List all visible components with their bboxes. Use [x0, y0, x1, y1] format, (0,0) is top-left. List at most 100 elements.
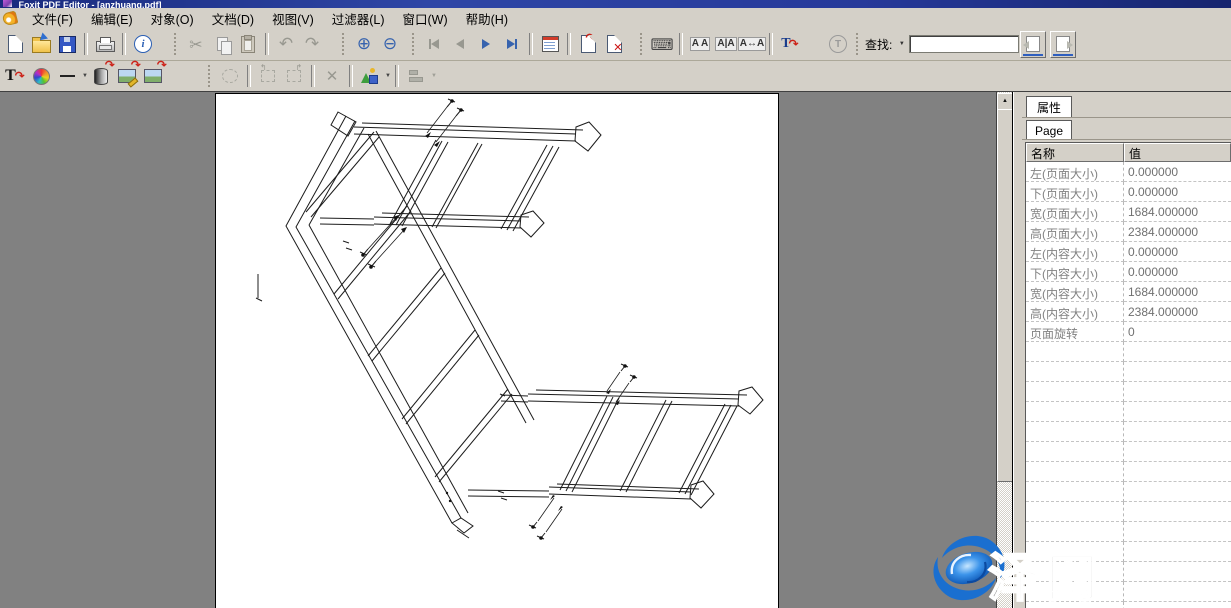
arrow-up-icon: ▲	[1002, 98, 1008, 104]
chevron-down-icon[interactable]: ▼	[431, 73, 437, 79]
property-row[interactable]: 宽(内容大小)1684.000000	[1026, 282, 1231, 302]
add-text-button[interactable]: T↷	[2, 63, 28, 89]
document-workspace: ▲ 属性 Page 名称 值 左(页面大小)0.000000 下(页面大小)0.…	[0, 91, 1231, 608]
add-color-button[interactable]	[28, 63, 54, 89]
column-header-value[interactable]: 值	[1124, 143, 1231, 162]
toolbar-gripper[interactable]	[640, 33, 645, 55]
new-button[interactable]	[2, 31, 28, 57]
property-row[interactable]: 左(内容大小)0.000000	[1026, 242, 1231, 262]
find-next-button[interactable]	[1050, 31, 1076, 58]
zoom-out-button[interactable]: ⊖	[377, 31, 403, 57]
property-row[interactable]: 页面旋转0	[1026, 322, 1231, 342]
last-page-icon	[507, 39, 515, 49]
properties-panel: 属性 Page 名称 值 左(页面大小)0.000000 下(页面大小)0.00…	[1022, 92, 1231, 608]
char-spacing-button[interactable]: A|A	[713, 31, 739, 57]
table-empty-row	[1026, 402, 1231, 422]
property-row[interactable]: 宽(页面大小)1684.000000	[1026, 202, 1231, 222]
add-shading-button[interactable]: ↷	[88, 63, 114, 89]
tab-strip-line	[1022, 139, 1231, 140]
pdf-page[interactable]	[215, 93, 779, 608]
rotate-page-button[interactable]: ↷	[575, 31, 601, 57]
rotate-right-button[interactable]: ↱	[281, 63, 307, 89]
paste-button[interactable]	[235, 31, 261, 57]
scroll-up-button[interactable]: ▲	[997, 93, 1013, 110]
line-style-button[interactable]	[54, 63, 80, 89]
property-row[interactable]: 高(内容大小)2384.000000	[1026, 302, 1231, 322]
open-button[interactable]	[28, 31, 54, 57]
prev-page-button[interactable]	[447, 31, 473, 57]
delete-page-button[interactable]: ✕	[601, 31, 627, 57]
zoom-in-icon: ⊕	[357, 34, 371, 54]
next-page-button[interactable]	[473, 31, 499, 57]
edit-image-button[interactable]: ↷	[114, 63, 140, 89]
toolbar-gripper[interactable]	[174, 33, 179, 55]
char-scale-button[interactable]: A↔A	[739, 31, 765, 57]
insert-text-button[interactable]: T↷	[777, 31, 803, 57]
toolbar-gripper[interactable]	[342, 33, 347, 55]
property-row[interactable]: 左(页面大小)0.000000	[1026, 162, 1231, 182]
menu-bar: 文件(F) 编辑(E) 对象(O) 文档(D) 视图(V) 过滤器(L) 窗口(…	[0, 8, 1231, 29]
toolbar-gripper[interactable]	[412, 33, 417, 55]
line-icon	[60, 75, 75, 77]
lasso-edit-button[interactable]	[217, 63, 243, 89]
color-wheel-icon	[33, 68, 50, 85]
redo-icon: ↷	[305, 34, 319, 54]
keyboard-button[interactable]: ⌨	[649, 31, 675, 57]
property-row[interactable]: 下(内容大小)0.000000	[1026, 262, 1231, 282]
menu-view[interactable]: 视图(V)	[263, 8, 323, 29]
shapes-icon	[361, 68, 379, 84]
application-window: Foxit PDF Editor - [anzhuang.pdf] 文件(F) …	[0, 0, 1231, 608]
open-folder-icon	[32, 40, 51, 53]
property-row[interactable]: 高(页面大小)2384.000000	[1026, 222, 1231, 242]
align-button[interactable]	[403, 63, 429, 89]
last-page-button[interactable]	[499, 31, 525, 57]
chevron-down-icon: ▼	[899, 41, 905, 47]
separator	[395, 65, 399, 87]
property-row[interactable]: 下(页面大小)0.000000	[1026, 182, 1231, 202]
page-layout-button[interactable]	[537, 31, 563, 57]
menu-object[interactable]: 对象(O)	[142, 8, 203, 29]
first-page-button[interactable]	[421, 31, 447, 57]
add-image-button[interactable]: ↷	[140, 63, 166, 89]
menu-help[interactable]: 帮助(H)	[457, 8, 517, 29]
zoom-out-icon: ⊖	[383, 34, 397, 54]
toolbar-gripper[interactable]	[208, 65, 213, 87]
print-button[interactable]	[92, 31, 118, 57]
separator	[84, 33, 88, 55]
cut-button[interactable]: ✂	[183, 31, 209, 57]
text-tool-button[interactable]: T	[825, 31, 851, 57]
copy-button[interactable]	[209, 31, 235, 57]
menu-filter[interactable]: 过滤器(L)	[323, 8, 394, 29]
chevron-down-icon[interactable]: ▼	[385, 73, 391, 79]
toolbar-gripper[interactable]	[856, 33, 861, 55]
find-previous-icon	[1026, 36, 1040, 52]
find-dropdown-button[interactable]: ▼	[894, 35, 909, 54]
find-previous-button[interactable]	[1020, 31, 1046, 58]
menu-window[interactable]: 窗口(W)	[394, 8, 457, 29]
tab-page[interactable]: Page	[1026, 120, 1072, 140]
insert-shape-button[interactable]	[357, 63, 383, 89]
delete-object-button[interactable]: ✕	[319, 63, 345, 89]
rotate-left-button[interactable]: ↰	[255, 63, 281, 89]
find-input[interactable]	[909, 35, 1019, 53]
text-circle-icon: T	[829, 35, 847, 53]
menu-file[interactable]: 文件(F)	[23, 8, 82, 29]
column-header-name[interactable]: 名称	[1026, 143, 1124, 162]
save-button[interactable]	[54, 31, 80, 57]
menu-edit[interactable]: 编辑(E)	[82, 8, 142, 29]
separator	[769, 33, 773, 55]
table-empty-row	[1026, 362, 1231, 382]
watermark-text: 泽网	[988, 536, 1104, 608]
cut-icon: ✂	[189, 35, 202, 54]
redo-button[interactable]: ↷	[299, 31, 325, 57]
scrollbar-thumb[interactable]	[997, 109, 1013, 482]
delete-x-icon: ✕	[326, 67, 339, 85]
font-replace-button[interactable]: A A	[687, 31, 713, 57]
document-icon[interactable]	[2, 10, 19, 26]
table-empty-row	[1026, 462, 1231, 482]
zoom-in-button[interactable]: ⊕	[351, 31, 377, 57]
info-button[interactable]: i	[130, 31, 156, 57]
undo-button[interactable]: ↶	[273, 31, 299, 57]
tab-properties[interactable]: 属性	[1026, 96, 1072, 118]
menu-document[interactable]: 文档(D)	[203, 8, 263, 29]
